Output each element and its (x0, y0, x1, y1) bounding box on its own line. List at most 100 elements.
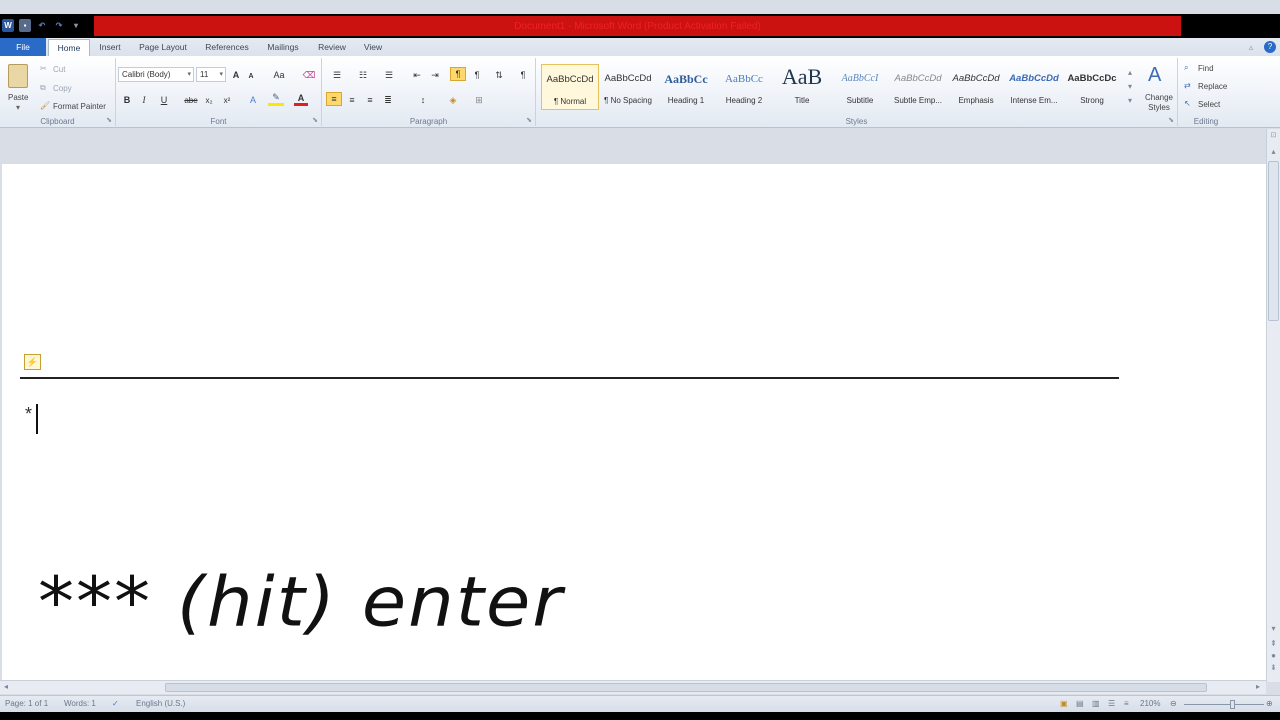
format-painter-icon[interactable]: 🖌 (40, 101, 50, 110)
styles-scroll-up-icon[interactable]: ▴ (1128, 68, 1132, 77)
redo-icon[interactable]: ↷ (53, 19, 65, 32)
zoom-level[interactable]: 210% (1140, 699, 1160, 708)
customize-qat-icon[interactable]: ▾ (70, 19, 82, 32)
help-icon[interactable]: ? (1264, 41, 1276, 53)
full-screen-reading-icon[interactable]: ▤ (1076, 699, 1084, 708)
font-name-combo[interactable]: Calibri (Body) ▾ (118, 67, 194, 82)
styles-launcher-icon[interactable]: ⬊ (1168, 116, 1174, 124)
select-button[interactable]: Select (1198, 100, 1220, 109)
select-icon[interactable]: ↖ (1184, 99, 1191, 108)
replace-icon[interactable]: ⇄ (1184, 81, 1191, 90)
style-strong[interactable]: AaBbCcDc Strong (1063, 64, 1121, 110)
style-emphasis[interactable]: AaBbCcDd Emphasis (947, 64, 1005, 110)
word-app-icon[interactable]: W (2, 18, 14, 32)
grow-font-button[interactable]: A (230, 68, 242, 82)
style-subtle-emphasis[interactable]: AaBbCcDd Subtle Emp... (889, 64, 947, 110)
change-styles-icon[interactable]: A (1148, 64, 1161, 87)
justify-icon[interactable]: ≣ (381, 93, 395, 107)
horizontal-scrollbar[interactable]: ◂ ▸ (0, 680, 1266, 694)
show-marks-button[interactable]: ¶ (516, 68, 530, 82)
style-no-spacing[interactable]: AaBbCcDd ¶ No Spacing (599, 64, 657, 110)
paragraph-launcher-icon[interactable]: ⬊ (526, 116, 532, 124)
minimize-ribbon-icon[interactable]: ▵ (1246, 39, 1256, 56)
tab-view[interactable]: View (358, 39, 388, 56)
clear-formatting-icon[interactable]: ⌫ (302, 68, 316, 82)
bold-button[interactable]: B (121, 93, 133, 107)
format-painter-button[interactable]: Format Painter (53, 102, 106, 111)
copy-button[interactable]: Copy (53, 84, 72, 93)
tab-review[interactable]: Review (312, 39, 352, 56)
line-spacing-icon[interactable]: ↕ (414, 93, 432, 107)
tab-file[interactable]: File (0, 38, 46, 56)
paste-button[interactable]: Paste (8, 93, 28, 102)
font-size-combo[interactable]: 11 ▾ (196, 67, 226, 82)
proofing-icon[interactable]: ✓ (112, 699, 119, 708)
paste-dropdown-icon[interactable]: ▾ (16, 103, 20, 112)
sort-icon[interactable]: ⇅ (492, 68, 506, 82)
autoformat-options-icon[interactable]: ⚡ (24, 354, 41, 370)
subscript-button[interactable]: x₂ (202, 93, 216, 107)
replace-button[interactable]: Replace (1198, 82, 1227, 91)
shrink-font-button[interactable]: A (246, 69, 256, 83)
undo-icon[interactable]: ↶ (36, 19, 48, 32)
cut-button[interactable]: Cut (53, 65, 65, 74)
vertical-scrollbar[interactable]: ⊡ ▴ ▾ ⇞ ● ⇟ (1266, 129, 1280, 682)
align-left-icon[interactable]: ≡ (326, 92, 342, 106)
superscript-button[interactable]: x² (220, 93, 234, 107)
numbering-icon[interactable]: ☷ (354, 68, 372, 82)
style-heading-1[interactable]: AaBbCc Heading 1 (657, 64, 715, 110)
decrease-indent-icon[interactable]: ⇤ (410, 68, 424, 82)
zoom-in-icon[interactable]: ⊕ (1266, 699, 1273, 708)
document-text[interactable]: * (25, 404, 32, 425)
style-title[interactable]: AaB Title (773, 64, 831, 110)
horizontal-scroll-thumb[interactable] (165, 683, 1207, 692)
zoom-slider[interactable] (1184, 704, 1264, 705)
style-heading-2[interactable]: AaBbCc Heading 2 (715, 64, 773, 110)
align-right-icon[interactable]: ≡ (363, 93, 377, 107)
zoom-slider-thumb[interactable] (1230, 700, 1235, 709)
ltr-icon[interactable]: ¶ (450, 67, 466, 81)
paste-icon[interactable] (8, 64, 28, 88)
scissors-icon[interactable]: ✂ (40, 64, 47, 73)
select-browse-object-icon[interactable]: ● (1268, 651, 1279, 660)
zoom-out-icon[interactable]: ⊖ (1170, 699, 1177, 708)
tab-mailings[interactable]: Mailings (262, 39, 304, 56)
bullets-icon[interactable]: ☰ (328, 68, 346, 82)
find-icon[interactable]: ⌕ (1184, 63, 1188, 73)
scroll-right-icon[interactable]: ▸ (1256, 682, 1260, 691)
styles-more-icon[interactable]: ▾ (1128, 96, 1132, 105)
copy-icon[interactable]: ⧉ (40, 83, 46, 93)
ruler-toggle-icon[interactable]: ⊡ (1268, 131, 1279, 139)
text-effects-icon[interactable]: A (246, 93, 260, 107)
print-layout-icon[interactable]: ▣ (1060, 699, 1068, 708)
multilevel-list-icon[interactable]: ☰ (380, 68, 398, 82)
scroll-left-icon[interactable]: ◂ (4, 682, 8, 691)
vertical-scroll-thumb[interactable] (1268, 161, 1279, 321)
change-case-button[interactable]: Aa (270, 68, 288, 82)
tab-home[interactable]: Home (48, 39, 90, 57)
previous-page-icon[interactable]: ⇞ (1268, 639, 1279, 648)
style-normal[interactable]: AaBbCcDd ¶ Normal (541, 64, 599, 110)
italic-button[interactable]: I (138, 93, 150, 107)
underline-button[interactable]: U (158, 93, 170, 107)
tab-references[interactable]: References (200, 39, 254, 56)
change-styles-button[interactable]: Change Styles (1142, 93, 1176, 113)
word-count[interactable]: Words: 1 (64, 699, 96, 708)
outline-icon[interactable]: ☰ (1108, 699, 1115, 708)
styles-scroll-down-icon[interactable]: ▾ (1128, 82, 1132, 91)
increase-indent-icon[interactable]: ⇥ (428, 68, 442, 82)
tab-insert[interactable]: Insert (94, 39, 126, 56)
scroll-up-icon[interactable]: ▴ (1268, 147, 1279, 156)
style-subtitle[interactable]: AaBbCcI Subtitle (831, 64, 889, 110)
scroll-down-icon[interactable]: ▾ (1268, 624, 1279, 633)
clipboard-launcher-icon[interactable]: ⬊ (106, 116, 112, 124)
draft-icon[interactable]: ≡ (1124, 699, 1129, 708)
next-page-icon[interactable]: ⇟ (1268, 663, 1279, 672)
highlight-icon[interactable]: ✎ (268, 92, 284, 106)
page-count[interactable]: Page: 1 of 1 (5, 699, 48, 708)
tab-page-layout[interactable]: Page Layout (134, 39, 192, 56)
save-icon[interactable]: ▪ (19, 18, 31, 32)
web-layout-icon[interactable]: ▥ (1092, 699, 1100, 708)
strikethrough-button[interactable]: abe (184, 93, 198, 107)
style-intense-emphasis[interactable]: AaBbCcDd Intense Em... (1005, 64, 1063, 110)
